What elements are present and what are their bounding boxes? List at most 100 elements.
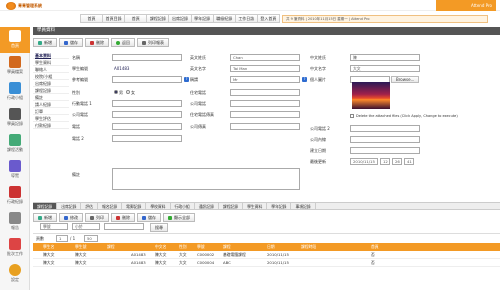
table-row[interactable]: 陳大文 陳大文 A01483 陳大文 大文 C000004 ABC 2010/1… — [33, 259, 500, 267]
last-update-second[interactable]: 41 — [404, 158, 414, 165]
tab-admin-group[interactable]: 行政小組 — [171, 203, 195, 209]
tab-assessment[interactable]: 評估 — [81, 203, 98, 209]
sidebar-item-settings[interactable]: 設定 — [0, 261, 30, 287]
sidebar-item-students[interactable]: 學員檔案 — [0, 53, 30, 79]
sidebar-item-home[interactable]: 首頁 — [0, 27, 30, 53]
remarks-textarea[interactable] — [112, 168, 300, 190]
filter-value-input[interactable] — [104, 223, 144, 230]
salutation-select[interactable]: Mr — [230, 76, 300, 83]
tab-enrollment[interactable]: 報名記錄 — [98, 203, 123, 209]
tab-school[interactable]: 學校資料 — [146, 203, 171, 209]
new-button[interactable]: 新增 — [33, 38, 57, 47]
phone-field[interactable] — [112, 123, 182, 130]
last-update-hour[interactable]: 12 — [380, 158, 390, 165]
grid-edit-button[interactable]: 修改 — [59, 213, 83, 222]
sidebar-item-admin-group[interactable]: 行政小組 — [0, 79, 30, 105]
home-phone-field[interactable] — [230, 89, 300, 96]
last-update-date[interactable]: 2010/11/15 — [350, 158, 378, 165]
col-student-name[interactable]: 學生名 — [41, 243, 73, 251]
tab-student-info[interactable]: 學生資料 — [243, 203, 268, 209]
menu-ranks[interactable]: 職級紀錄 — [214, 15, 236, 22]
print-report-button[interactable]: 列印報表 — [137, 38, 169, 47]
last-update-minute[interactable]: 26 — [392, 158, 402, 165]
home-fax-field[interactable] — [230, 111, 300, 118]
mobile-field[interactable] — [112, 100, 182, 107]
table-row[interactable]: 陳大文 陳大文 A01483 陳大文 大文 C000002 基礎電腦課程 201… — [33, 251, 500, 259]
browse-button[interactable]: Browse... — [391, 76, 420, 83]
tab-course-records-2[interactable]: 課程記錄 — [219, 203, 244, 209]
sidebar-item-courses[interactable]: 課程活動 — [0, 131, 30, 157]
tab-matters[interactable]: 事項記錄 — [291, 203, 316, 209]
col-gender[interactable]: 性別 — [177, 243, 195, 251]
tab-communication[interactable]: 通訊記錄 — [195, 203, 219, 209]
company-phone2-field[interactable] — [230, 100, 300, 107]
page-size-select[interactable]: 50 — [84, 235, 98, 242]
menu-index[interactable]: 首頁 — [125, 15, 148, 22]
created-field[interactable] — [350, 147, 420, 154]
col-code[interactable]: 學號 — [195, 243, 221, 251]
show-all-button[interactable]: 顯示全部 — [163, 213, 195, 222]
en-surname-field[interactable]: Chan — [230, 54, 300, 61]
name-field[interactable] — [112, 54, 182, 61]
gender-female-radio[interactable] — [126, 90, 130, 94]
filter-field-select[interactable]: 學號 — [40, 223, 68, 230]
menu-work-log[interactable]: 工作日誌 — [236, 15, 258, 22]
nav-attendance[interactable]: 出席紀錄 — [33, 80, 69, 87]
phone2-field[interactable] — [112, 135, 182, 142]
nav-assessment[interactable]: 學生評估 — [33, 115, 69, 122]
nav-contacts[interactable]: 聯絡人 — [33, 66, 69, 73]
search-button[interactable]: 搜尋 — [150, 223, 168, 232]
nav-leave-records[interactable]: 請人紀錄 — [33, 101, 69, 108]
sidebar-item-reports[interactable]: 報告 — [0, 209, 30, 235]
col-home[interactable]: 首頁 — [369, 243, 399, 251]
col-cn-name[interactable]: 中文名 — [153, 243, 177, 251]
ref-no-field[interactable] — [112, 76, 182, 83]
en-given-field[interactable]: Tai Man — [230, 65, 300, 72]
company-ext-field[interactable] — [350, 136, 420, 143]
grid-new-button[interactable]: 新增 — [33, 213, 57, 222]
nav-school-group[interactable]: 校院/小組 — [33, 73, 69, 80]
menu-login-home[interactable]: 登入首頁 — [258, 15, 279, 22]
col-course-name[interactable]: 課程 — [221, 243, 265, 251]
company-phone-field[interactable] — [112, 111, 182, 118]
save-button[interactable]: 儲存 — [59, 38, 83, 47]
col-student-no[interactable]: 學生號 — [73, 243, 105, 251]
sidebar-item-admin-records[interactable]: 行政紀錄 — [0, 183, 30, 209]
menu-home[interactable]: 首頁 — [81, 15, 104, 22]
col-session[interactable]: 課程時段 — [299, 243, 329, 251]
nav-student-info[interactable]: 學生資料 — [33, 59, 69, 66]
tab-course-records[interactable]: 課程記錄 — [33, 203, 58, 209]
sidebar-item-batch[interactable]: 批次工作 — [0, 235, 30, 261]
sidebar-item-records[interactable]: 學員記錄 — [0, 105, 30, 131]
company-phone3-field[interactable] — [350, 125, 420, 132]
cn-surname-field[interactable]: 陳 — [350, 54, 420, 61]
sidebar-item-guide[interactable]: 導覽 — [0, 157, 30, 183]
page-number-input[interactable]: 1 — [56, 235, 68, 242]
menu-course-records[interactable]: 課程記錄 — [147, 15, 170, 22]
nav-course-records[interactable]: 課程記錄 — [33, 87, 69, 94]
tab-attendance[interactable]: 出席記錄 — [57, 203, 82, 209]
delete-photo-checkbox[interactable] — [350, 114, 354, 118]
company-fax-field[interactable] — [230, 123, 300, 130]
grid-save-button[interactable]: 儲存 — [137, 213, 161, 222]
back-button[interactable]: 返回 — [111, 38, 135, 47]
cn-given-field[interactable]: 大文 — [350, 65, 420, 72]
tab-academic-year[interactable]: 學年記錄 — [267, 203, 292, 209]
nav-orders[interactable]: 訂單 — [33, 108, 69, 115]
grid-print-button[interactable]: 列印 — [85, 213, 109, 222]
menu-home-dir[interactable]: 首頁目錄 — [103, 15, 126, 22]
col-course[interactable]: 課程 — [105, 243, 129, 251]
grid-delete-button[interactable]: 刪除 — [111, 213, 135, 222]
filter-operator-select[interactable]: 小於 — [72, 223, 100, 230]
help-icon[interactable]: ? — [302, 77, 307, 82]
help-icon[interactable]: ? — [184, 77, 189, 82]
nav-remarks[interactable]: 備註 — [33, 94, 69, 101]
gender-male-radio[interactable] — [114, 90, 118, 94]
tab-email[interactable]: 電郵記錄 — [122, 203, 147, 209]
col-date[interactable]: 日期 — [265, 243, 299, 251]
nav-payments[interactable]: 付款紀錄 — [33, 122, 69, 129]
delete-button[interactable]: 刪除 — [85, 38, 109, 47]
menu-attendance[interactable]: 出席記錄 — [169, 15, 192, 22]
nav-basic-info[interactable]: 基本資料 — [33, 52, 69, 59]
menu-academic-year[interactable]: 學年記錄 — [192, 15, 214, 22]
